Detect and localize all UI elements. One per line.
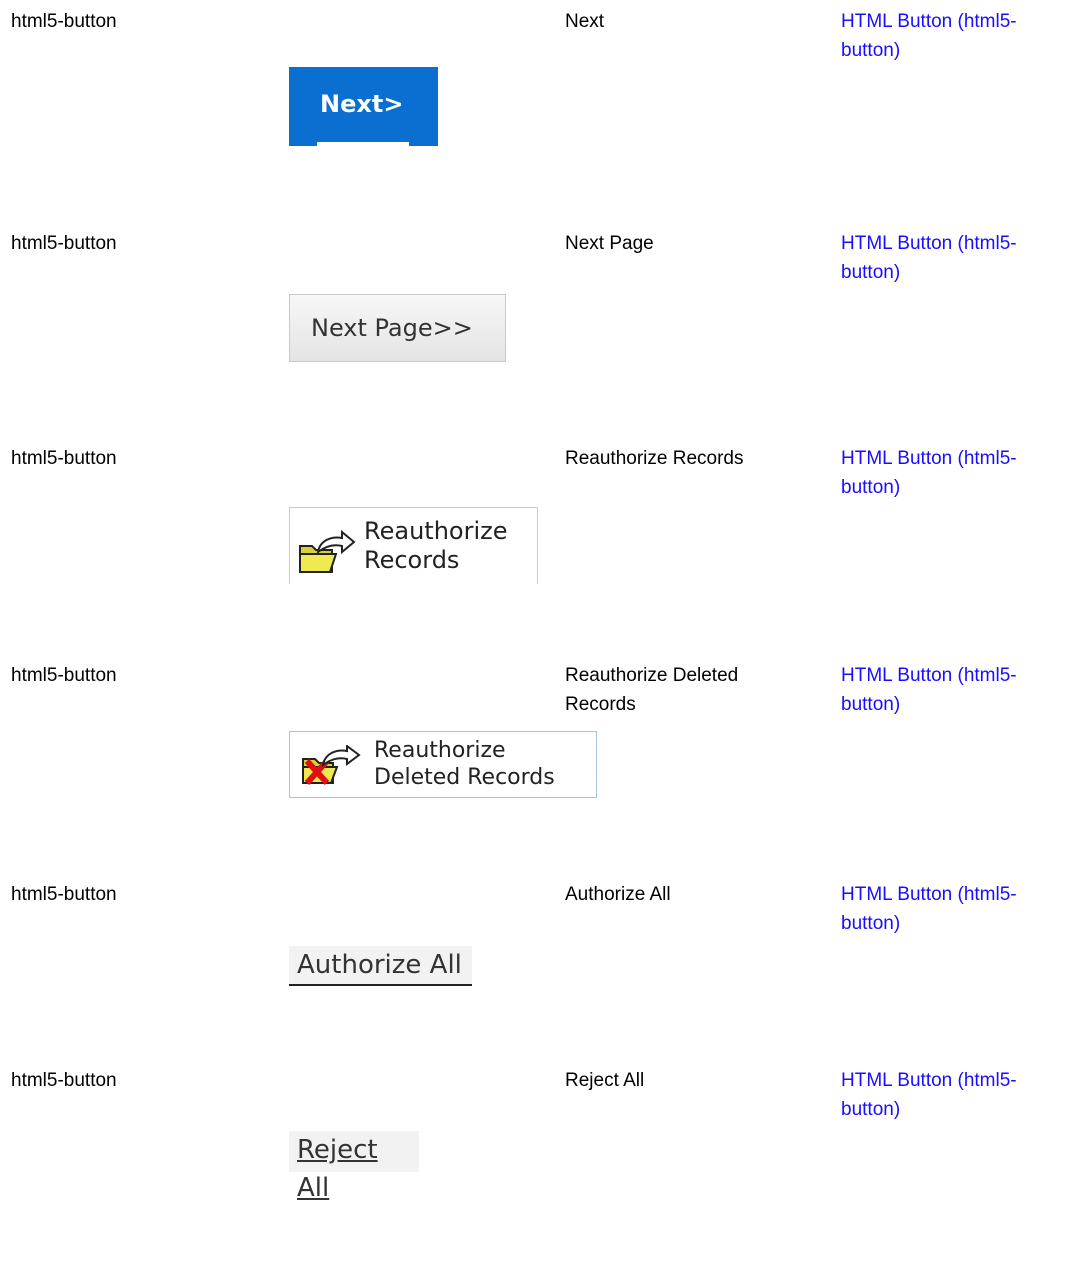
control-type: html5-button [11, 884, 117, 905]
next-page-button[interactable]: Next Page>> [289, 294, 506, 362]
folder-delete-arrow-icon [302, 745, 361, 785]
control-type-link[interactable]: HTML Button (html5-button) [841, 1066, 1071, 1124]
reauthorize-records-button[interactable]: Reauthorize Records [289, 507, 538, 584]
table-row: html5-button Authorize All HTML Button (… [0, 884, 1074, 1084]
control-name: Authorize All [565, 884, 671, 905]
control-type-link[interactable]: HTML Button (html5-button) [841, 880, 1071, 938]
table-row: html5-button Reject All HTML Button (htm… [0, 1070, 1074, 1270]
control-name: Reauthorize Deleted Records [565, 665, 739, 715]
folder-arrow-icon [299, 530, 356, 573]
control-type-link[interactable]: HTML Button (html5-button) [841, 444, 1071, 502]
reject-all-button[interactable]: Reject All [289, 1131, 419, 1203]
next-button[interactable]: Next> [289, 67, 438, 146]
control-name: Reject All [565, 1070, 645, 1091]
control-type: html5-button [11, 665, 117, 686]
reauthorize-records-label: Reauthorize Records [364, 517, 508, 574]
next-button-label: Next> [320, 90, 404, 118]
control-type-link[interactable]: HTML Button (html5-button) [841, 661, 1071, 719]
table-row: html5-button Next Page HTML Button (html… [0, 233, 1074, 433]
reauthorize-deleted-records-label: Reauthorize Deleted Records [374, 738, 555, 790]
control-type-link[interactable]: HTML Button (html5-button) [841, 7, 1071, 65]
reauthorize-deleted-records-button[interactable]: Reauthorize Deleted Records [289, 731, 597, 798]
control-type: html5-button [11, 233, 117, 254]
button-underline [317, 142, 409, 146]
control-type: html5-button [11, 1070, 117, 1091]
control-name: Next Page [565, 233, 654, 254]
control-type: html5-button [11, 11, 117, 32]
control-name: Reauthorize Records [565, 448, 744, 469]
control-type: html5-button [11, 448, 117, 469]
next-page-button-label: Next Page>> [311, 314, 473, 342]
control-name: Next [565, 11, 605, 32]
authorize-all-button[interactable]: Authorize All [289, 946, 472, 986]
table-row: html5-button Next HTML Button (html5-but… [0, 11, 1074, 211]
authorize-all-label: Authorize All [297, 950, 462, 980]
control-type-link[interactable]: HTML Button (html5-button) [841, 229, 1071, 287]
